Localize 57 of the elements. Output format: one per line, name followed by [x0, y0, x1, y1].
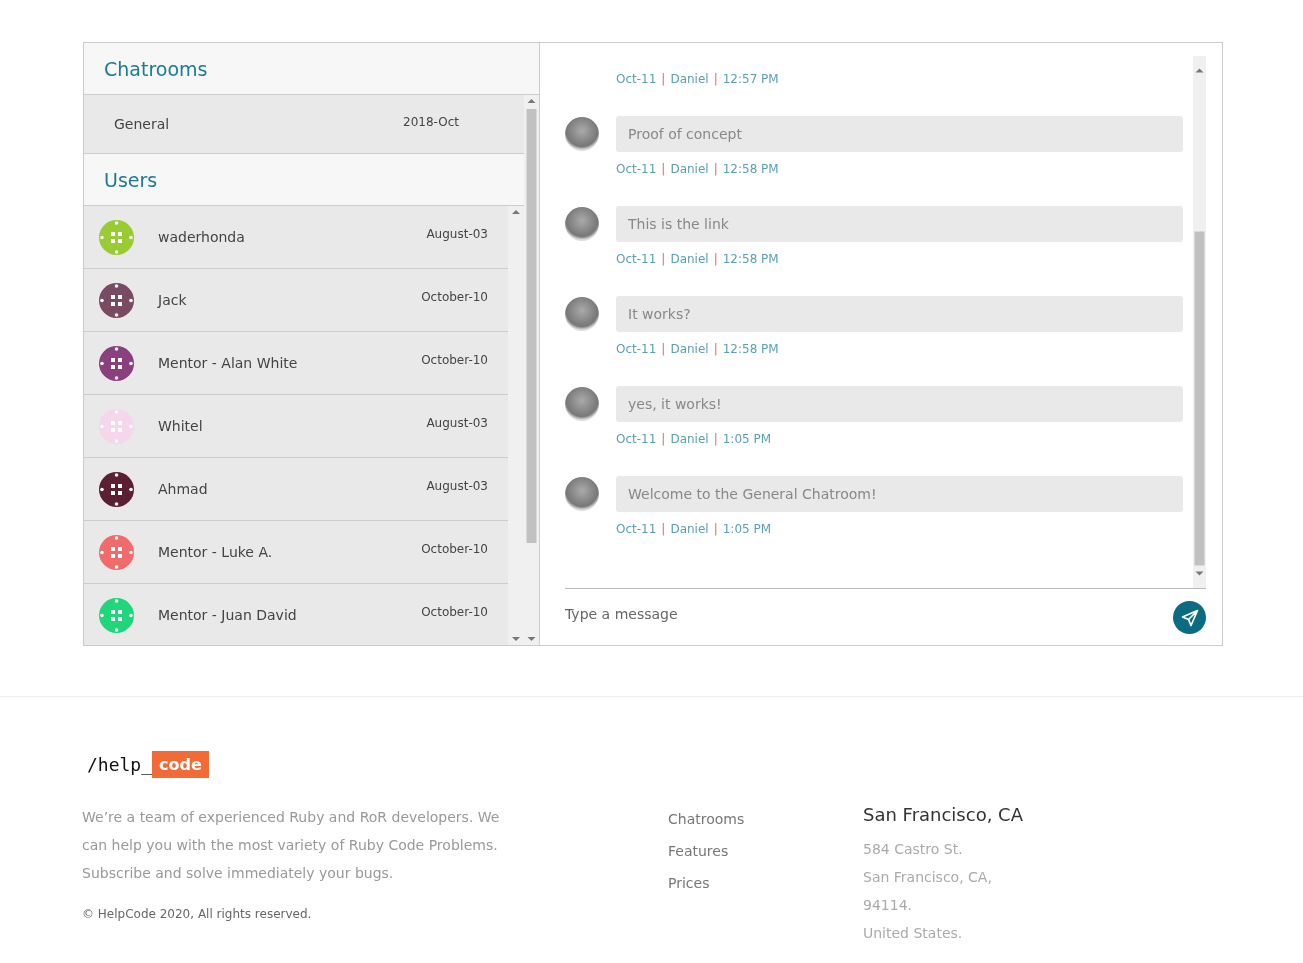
- user-name: Ahmad: [158, 481, 209, 497]
- copyright-text: © HelpCode 2020, All rights reserved.: [82, 907, 313, 921]
- message-meta: Oct-11 | Daniel | 12:58 PM: [616, 342, 780, 356]
- message-bubble: yes, it works!: [616, 386, 1183, 422]
- avatar-photo-placeholder: [565, 297, 599, 331]
- footer-link[interactable]: Chatrooms: [668, 803, 863, 835]
- user-item[interactable]: Mentor - Alan White October-10: [84, 332, 508, 395]
- address-line: United States.: [863, 924, 964, 943]
- user-item[interactable]: Ahmad August-03: [84, 458, 508, 521]
- user-item[interactable]: Mentor - Juan David October-10: [84, 584, 508, 645]
- user-name: waderhonda: [158, 229, 246, 245]
- address-line: San Francisco, CA,: [863, 868, 993, 887]
- message-bubble: Welcome to the General Chatroom!: [616, 476, 1183, 512]
- user-date: August-03: [426, 416, 488, 430]
- footer-link[interactable]: Features: [668, 835, 863, 867]
- message-meta: Oct-11 | Daniel | 12:57 PM: [616, 72, 780, 86]
- avatar-photo-placeholder: [565, 117, 599, 151]
- chatroom-date: 2018-Oct: [403, 115, 459, 129]
- user-name: Mentor - Juan David: [158, 607, 298, 623]
- message-meta: Oct-11 | Daniel | 1:05 PM: [616, 432, 773, 446]
- user-name: Whitel: [158, 418, 204, 434]
- message-meta: Oct-11 | Daniel | 1:05 PM: [616, 522, 773, 536]
- address-title: San Francisco, CA: [863, 804, 1023, 825]
- message-bubble: Proof of concept: [616, 116, 1183, 152]
- user-date: August-03: [426, 479, 488, 493]
- address-line: 584 Castro St.: [863, 840, 964, 859]
- message-bubble: It works?: [616, 296, 1183, 332]
- message-meta: Oct-11 | Daniel | 12:58 PM: [616, 252, 780, 266]
- send-button[interactable]: [1173, 601, 1206, 634]
- user-name: Jack: [158, 292, 188, 308]
- user-date: August-03: [426, 227, 488, 241]
- chatroom-name: General: [114, 116, 170, 132]
- user-item[interactable]: Mentor - Luke A. October-10: [84, 521, 508, 584]
- avatar-photo-placeholder: [565, 207, 599, 241]
- user-date: October-10: [421, 353, 488, 367]
- user-name: Mentor - Luke A.: [158, 544, 274, 560]
- message-meta: Oct-11 | Daniel | 12:58 PM: [616, 162, 780, 176]
- send-icon: [1180, 608, 1199, 627]
- avatar-photo-placeholder: [565, 477, 599, 511]
- address-line: 94114.: [863, 896, 913, 915]
- chatroom-item[interactable]: General 2018-Oct: [84, 95, 524, 154]
- user-item[interactable]: Whitel August-03: [84, 395, 508, 458]
- footer-link[interactable]: Prices: [668, 867, 863, 899]
- message-bubble: This is the link: [616, 206, 1183, 242]
- about-text: We’re a team of experienced Ruby and RoR developers. We can help you with the most variety of Ruby Code Problems. Subscribe and solve immediately your bugs.: [82, 808, 501, 883]
- user-date: October-10: [421, 605, 488, 619]
- user-item[interactable]: Jack October-10: [84, 269, 508, 332]
- section-title: Chatrooms: [104, 57, 208, 80]
- avatar-photo-placeholder: [565, 387, 599, 421]
- message-input[interactable]: Type a message: [565, 606, 965, 622]
- logo-text: /help_: [87, 753, 153, 775]
- user-name: Mentor - Alan White: [158, 355, 299, 371]
- user-item[interactable]: waderhonda August-03: [84, 206, 508, 269]
- user-date: October-10: [421, 542, 488, 556]
- logo-highlight: code: [152, 750, 209, 778]
- user-date: October-10: [421, 290, 488, 304]
- section-title: Users: [104, 168, 158, 191]
